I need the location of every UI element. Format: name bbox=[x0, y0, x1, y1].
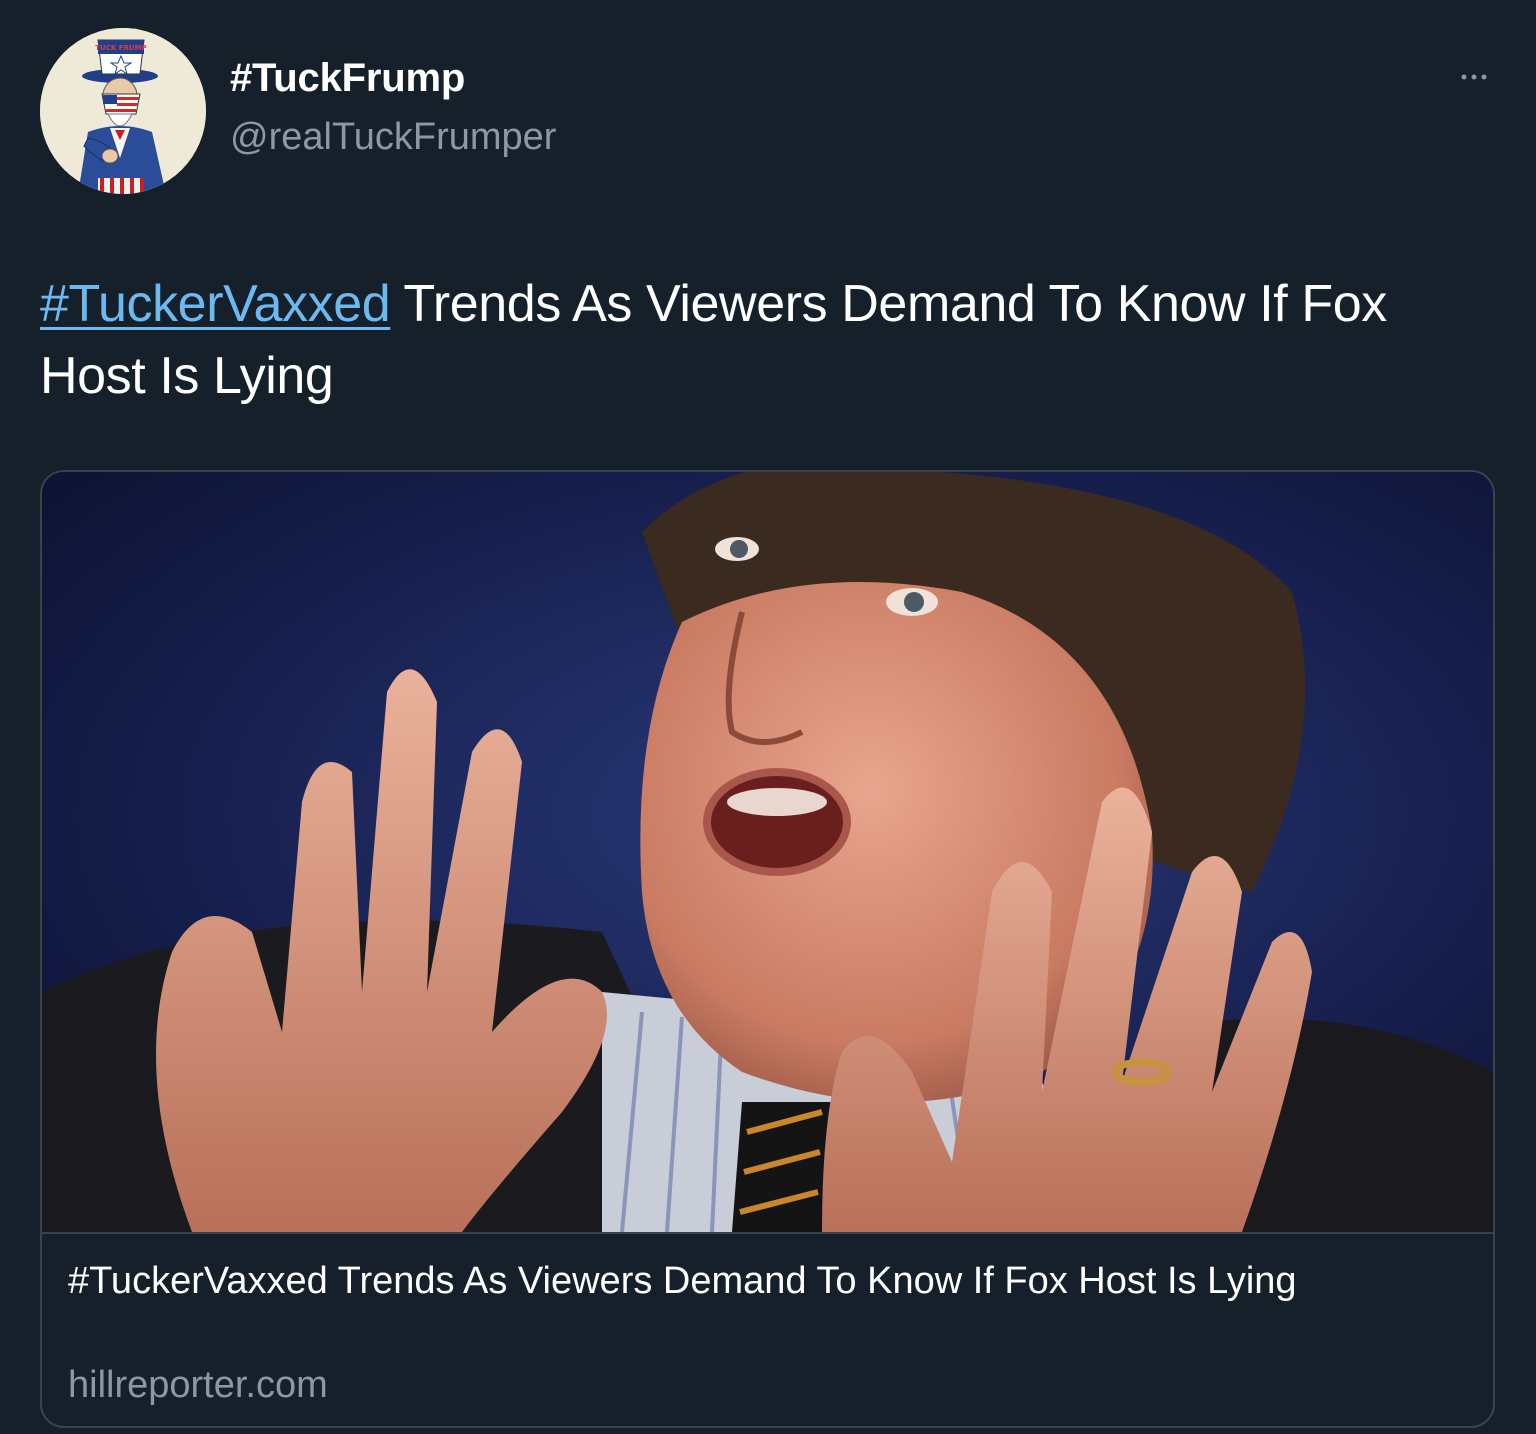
more-button[interactable] bbox=[1454, 62, 1494, 92]
author-handle[interactable]: @realTuckFrumper bbox=[230, 116, 556, 159]
card-title[interactable]: #TuckerVaxxed Trends As Viewers Demand T… bbox=[68, 1256, 1448, 1306]
tweet-text: #TuckerVaxxed Trends As Viewers Demand T… bbox=[40, 268, 1480, 412]
avatar-hat-text: TUCK FRUMP bbox=[95, 44, 146, 52]
card-image[interactable] bbox=[42, 472, 1493, 1232]
avatar[interactable]: TUCK FRUMP bbox=[40, 28, 206, 194]
hashtag-link[interactable]: #TuckerVaxxed bbox=[40, 275, 391, 333]
card-domain: hillreporter.com bbox=[68, 1364, 328, 1406]
card-photo bbox=[42, 472, 1493, 1232]
avatar-image: TUCK FRUMP bbox=[40, 28, 206, 194]
card-divider bbox=[42, 1232, 1493, 1234]
tweet: TUCK FRUMP #TuckFrump @realTuckFrumper #… bbox=[0, 0, 1536, 1434]
author-display-name[interactable]: #TuckFrump bbox=[230, 56, 465, 101]
more-horizontal-icon bbox=[1461, 74, 1487, 80]
link-card[interactable]: #TuckerVaxxed Trends As Viewers Demand T… bbox=[40, 470, 1495, 1428]
